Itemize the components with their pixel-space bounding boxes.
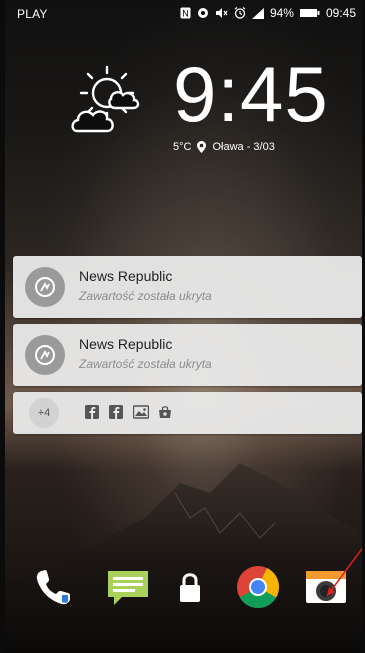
sync-icon: [197, 7, 209, 19]
alarm-icon: [234, 7, 246, 19]
lock-screen: PLAY N 94% 09:45 9:45 5°C Oława - 3/03 N…: [5, 0, 362, 653]
chrome-icon[interactable]: [233, 562, 283, 612]
news-republic-icon: [25, 267, 65, 307]
clock-weather-widget[interactable]: 9:45 5°C Oława - 3/03: [55, 50, 335, 163]
battery-icon: [299, 8, 320, 18]
notification-card[interactable]: News Republic Zawartość została ukryta: [13, 256, 362, 318]
store-icon: [159, 406, 171, 418]
status-bar: PLAY N 94% 09:45: [5, 0, 362, 26]
notification-content: Zawartość została ukryta: [79, 289, 212, 303]
notification-title: News Republic: [79, 268, 173, 284]
nfc-icon: N: [180, 7, 191, 19]
messages-icon[interactable]: [103, 562, 153, 612]
news-republic-icon: [25, 335, 65, 375]
lock-icon[interactable]: [165, 562, 215, 612]
more-notifications-badge: +4: [29, 398, 59, 428]
battery-percent: 94%: [269, 6, 294, 20]
notification-card[interactable]: News Republic Zawartość została ukryta: [13, 324, 362, 386]
gallery-icon: [133, 405, 149, 419]
notification-summary[interactable]: +4: [13, 392, 362, 434]
status-time: 09:45: [325, 6, 356, 20]
location-date: Oława - 3/03: [212, 141, 275, 153]
signal-icon: [251, 7, 264, 19]
facebook-icon: [85, 405, 99, 419]
mute-icon: [215, 7, 228, 19]
annotation-arrow: [326, 547, 362, 597]
lock-clock: 9:45: [173, 50, 329, 138]
facebook-icon: [109, 405, 123, 419]
partly-cloudy-icon: [71, 65, 140, 133]
phone-icon[interactable]: [29, 562, 79, 612]
notification-content: Zawartość została ukryta: [79, 357, 212, 371]
notification-title: News Republic: [79, 336, 173, 352]
carrier-label: PLAY: [17, 7, 48, 21]
weather-details: 5°C Oława - 3/03: [173, 141, 275, 153]
location-pin-icon: [197, 141, 207, 153]
svg-text:N: N: [182, 9, 189, 19]
temperature: 5°C: [173, 141, 192, 153]
